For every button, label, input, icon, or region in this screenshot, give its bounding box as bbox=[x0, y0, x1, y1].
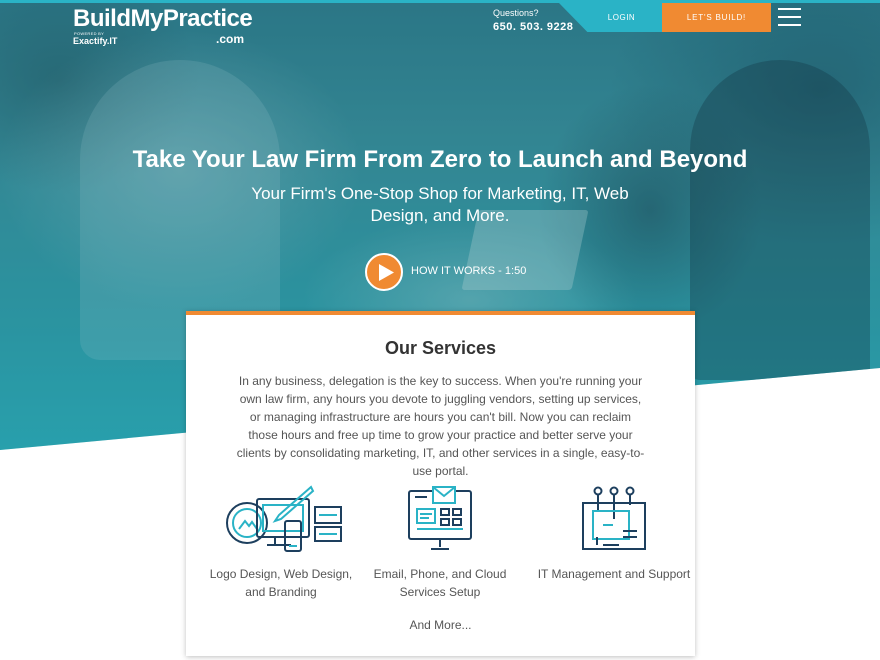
site-logo[interactable]: BuildMyPractice POWERED BY Exactify.IT .… bbox=[73, 6, 253, 47]
service-label: IT Management and Support bbox=[537, 567, 691, 581]
logo-brand: Exactify.IT bbox=[73, 36, 118, 46]
how-it-works-link[interactable]: HOW IT WORKS - 1:50 bbox=[411, 264, 526, 278]
service-label: Logo Design, Web Design, and Branding bbox=[209, 567, 353, 599]
play-video-button[interactable] bbox=[365, 253, 403, 291]
circuit-board-icon bbox=[582, 486, 646, 550]
service-communications[interactable]: Email, Phone, and Cloud Services Setup bbox=[360, 485, 520, 601]
services-title: Our Services bbox=[384, 338, 497, 358]
hero-title: Take Your Law Firm From Zero to Launch a… bbox=[132, 146, 748, 173]
play-icon bbox=[379, 264, 394, 281]
contact-info: Questions? 650. 503. 9228 bbox=[493, 8, 573, 34]
logo-wordmark: BuildMyPractice bbox=[73, 5, 253, 32]
phone-number[interactable]: 650. 503. 9228 bbox=[493, 21, 573, 34]
service-label: Email, Phone, and Cloud Services Setup bbox=[373, 567, 507, 599]
questions-label: Questions? bbox=[493, 8, 539, 18]
hamburger-menu-icon[interactable] bbox=[778, 8, 801, 28]
hero-subtitle: Your Firm's One-Stop Shop for Marketing,… bbox=[251, 184, 629, 225]
design-devices-icon bbox=[226, 485, 342, 552]
and-more-link[interactable]: And More... bbox=[186, 617, 695, 633]
lets-build-button[interactable]: LET'S BUILD! bbox=[662, 3, 771, 32]
service-it-management[interactable]: IT Management and Support bbox=[534, 485, 694, 583]
service-design[interactable]: Logo Design, Web Design, and Branding bbox=[201, 485, 361, 601]
services-description: In any business, delegation is the key t… bbox=[236, 374, 645, 478]
top-accent-bar bbox=[0, 0, 880, 3]
monitor-email-icon bbox=[408, 486, 472, 550]
services-card: Our Services In any business, delegation… bbox=[186, 311, 695, 656]
logo-com: .com bbox=[215, 32, 244, 46]
